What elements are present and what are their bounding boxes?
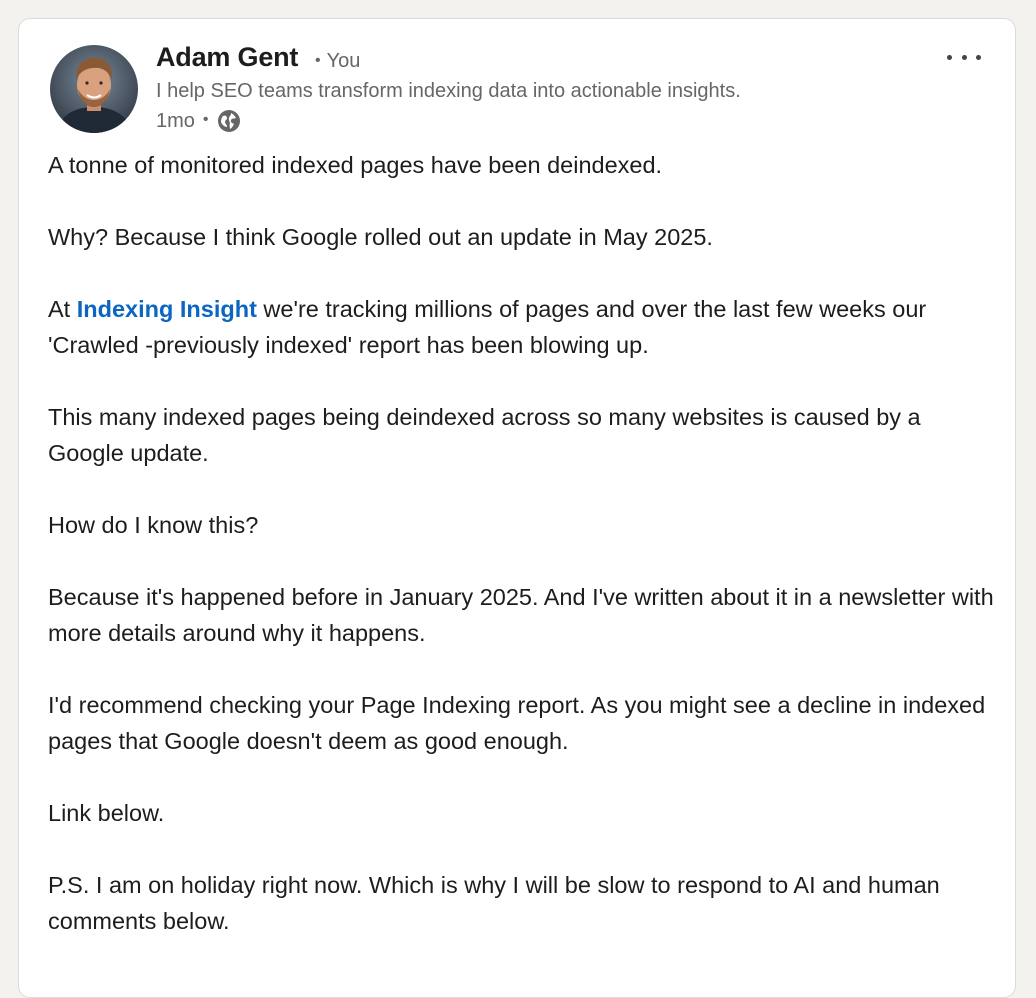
more-horizontal-icon (961, 54, 967, 60)
post-card: Adam Gent • You I help SEO teams transfor… (18, 18, 1016, 998)
post-paragraph: Because it's happened before in January … (48, 584, 994, 646)
more-options-button[interactable] (947, 47, 981, 67)
relation-label: You (326, 50, 361, 72)
company-mention-link[interactable]: Indexing Insight (77, 296, 257, 322)
author-avatar[interactable] (50, 45, 138, 133)
post-paragraph: How do I know this? (48, 512, 259, 538)
author-headline: I help SEO teams transform indexing data… (156, 80, 741, 102)
post-paragraph: A tonne of monitored indexed pages have … (48, 152, 663, 178)
post-paragraph: Why? Because I think Google rolled out a… (48, 224, 713, 250)
post-body: A tonne of monitored indexed pages have … (48, 147, 998, 975)
separator-dot: • (202, 111, 209, 128)
globe-icon (217, 109, 241, 133)
author-relation: • You (315, 50, 360, 73)
post-paragraph: This many indexed pages being deindexed … (48, 404, 921, 466)
more-horizontal-icon (976, 54, 981, 60)
author-name[interactable]: Adam Gent (156, 42, 298, 73)
post-timestamp-row: 1mo • (156, 109, 241, 133)
separator-dot: • (315, 52, 321, 69)
post-paragraph: P.S. I am on holiday right now. Which is… (48, 872, 940, 934)
post-text: At (48, 296, 77, 322)
post-paragraph: At Indexing Insight we're tracking milli… (48, 291, 998, 363)
post-time[interactable]: 1mo (156, 110, 195, 133)
post-paragraph: I'd recommend checking your Page Indexin… (48, 692, 986, 754)
post-paragraph: Link below. (48, 800, 165, 826)
more-horizontal-icon (947, 54, 952, 60)
